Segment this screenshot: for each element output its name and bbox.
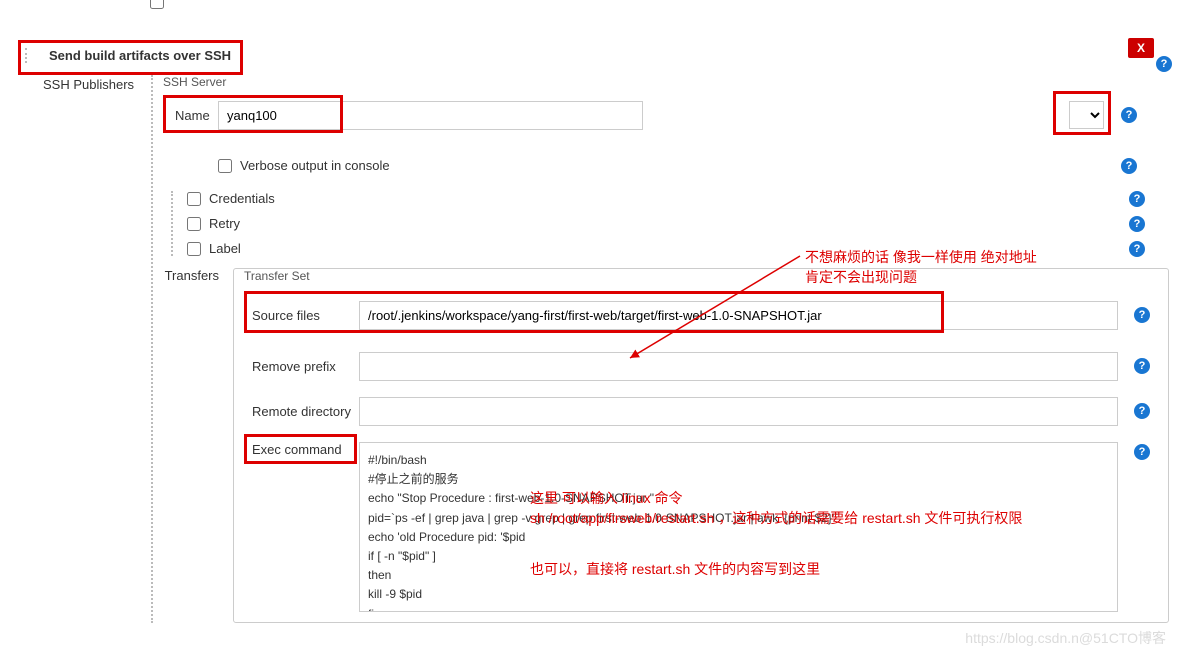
- annotation-1: 不想麻烦的话 像我一样使用 绝对地址 肯定不会出现问题: [805, 248, 1037, 287]
- remove-prefix-label: Remove prefix: [244, 359, 359, 374]
- section-title-highlight: [18, 40, 243, 75]
- ssh-server-legend: SSH Server: [163, 75, 1169, 89]
- help-icon[interactable]: ?: [1121, 158, 1137, 174]
- annotation-3: sh /root/app/firsweb/restart.sh ，这种方式的话需…: [530, 509, 1022, 529]
- exec-cmd-highlight: [244, 434, 357, 464]
- retry-label: Retry: [209, 216, 240, 231]
- verbose-label: Verbose output in console: [240, 158, 390, 173]
- label-checkbox[interactable]: [187, 242, 201, 256]
- verbose-checkbox[interactable]: [218, 159, 232, 173]
- help-icon[interactable]: ?: [1129, 241, 1145, 257]
- help-icon[interactable]: ?: [1134, 307, 1150, 323]
- name-highlight: [163, 95, 343, 133]
- annotation-4: 也可以，直接将 restart.sh 文件的内容写到这里: [530, 560, 820, 580]
- remote-dir-label: Remote directory: [244, 404, 359, 419]
- annotation-2: 这里 可以输入 linux 命令: [530, 489, 682, 509]
- help-icon[interactable]: ?: [1129, 216, 1145, 232]
- help-icon[interactable]: ?: [1121, 107, 1137, 123]
- retry-checkbox[interactable]: [187, 217, 201, 231]
- watermark: https://blog.csdn.n@51CTO博客: [965, 628, 1166, 648]
- help-icon[interactable]: ?: [1129, 191, 1145, 207]
- ssh-name-select[interactable]: [1069, 101, 1104, 129]
- help-icon[interactable]: ?: [1134, 444, 1150, 460]
- credentials-label: Credentials: [209, 191, 275, 206]
- label-label: Label: [209, 241, 241, 256]
- close-button[interactable]: X: [1128, 38, 1154, 58]
- remote-dir-input[interactable]: [359, 397, 1118, 426]
- transfers-label: Transfers: [163, 268, 233, 623]
- help-icon[interactable]: ?: [1134, 403, 1150, 419]
- remove-prefix-input[interactable]: [359, 352, 1118, 381]
- ssh-publishers-label: SSH Publishers: [43, 75, 151, 623]
- top-checkbox[interactable]: [150, 0, 164, 9]
- help-icon[interactable]: ?: [1156, 56, 1172, 72]
- source-files-highlight: [244, 291, 944, 333]
- help-icon[interactable]: ?: [1134, 358, 1150, 374]
- credentials-checkbox[interactable]: [187, 192, 201, 206]
